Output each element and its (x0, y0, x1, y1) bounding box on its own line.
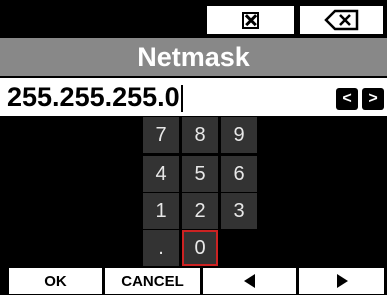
key-dot[interactable]: . (143, 230, 179, 266)
backspace-button[interactable] (298, 4, 385, 36)
cancel-button[interactable]: CANCEL (104, 267, 201, 295)
netmask-value-wrap: 255.255.255.0 (7, 80, 183, 114)
key-8[interactable]: 8 (182, 117, 218, 153)
clear-icon (242, 11, 259, 29)
text-cursor (180, 85, 183, 113)
key-5[interactable]: 5 (182, 156, 218, 192)
key-6[interactable]: 6 (221, 156, 257, 192)
prev-button[interactable] (202, 267, 297, 295)
cursor-right-button[interactable]: > (362, 88, 384, 110)
key-7[interactable]: 7 (143, 117, 179, 153)
page-title: Netmask (0, 38, 387, 76)
next-button[interactable] (298, 267, 385, 295)
prev-triangle-icon (243, 274, 255, 288)
key-3[interactable]: 3 (221, 193, 257, 229)
key-9[interactable]: 9 (221, 117, 257, 153)
clear-button[interactable] (205, 4, 294, 36)
ok-button[interactable]: OK (8, 267, 103, 295)
cursor-left-button[interactable]: < (336, 88, 358, 110)
key-1[interactable]: 1 (143, 193, 179, 229)
key-4[interactable]: 4 (143, 156, 179, 192)
next-triangle-icon (336, 274, 348, 288)
key-2[interactable]: 2 (182, 193, 218, 229)
backspace-icon (323, 9, 358, 31)
key-0[interactable]: 0 (182, 230, 218, 266)
netmask-value: 255.255.255.0 (7, 82, 180, 112)
